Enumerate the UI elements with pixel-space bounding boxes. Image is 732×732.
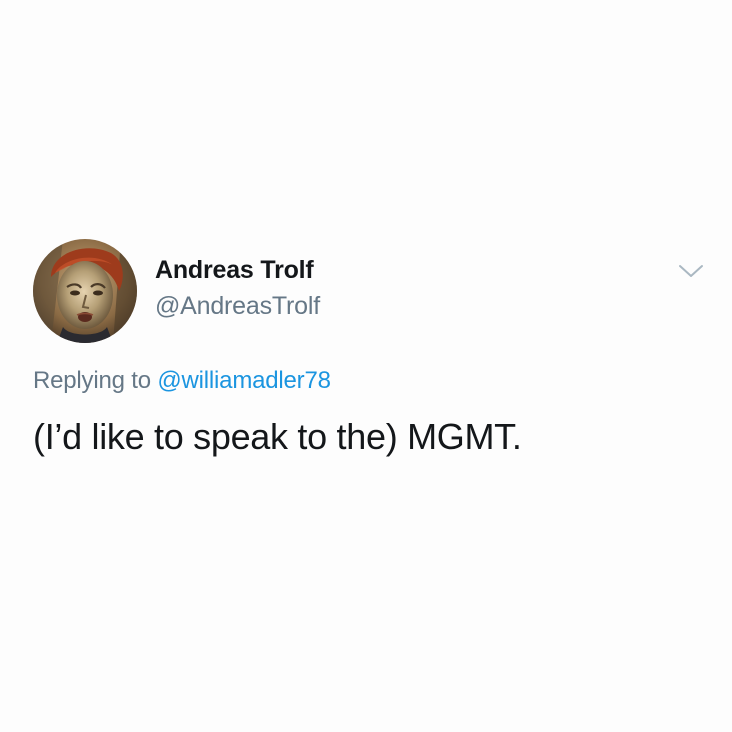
- avatar[interactable]: [33, 239, 137, 343]
- chevron-down-icon[interactable]: [678, 263, 704, 279]
- tweet-header: Andreas Trolf @AndreasTrolf: [33, 239, 713, 347]
- reply-mention-link[interactable]: @williamadler78: [157, 367, 331, 394]
- display-name[interactable]: Andreas Trolf: [155, 254, 320, 286]
- tweet-text: (I’d like to speak to the) MGMT.: [33, 416, 522, 457]
- user-handle[interactable]: @AndreasTrolf: [155, 290, 320, 322]
- user-names: Andreas Trolf @AndreasTrolf: [155, 254, 320, 322]
- reply-context: Replying to @williamadler78: [33, 365, 331, 397]
- tweet-card: Andreas Trolf @AndreasTrolf Replying to …: [33, 239, 713, 457]
- avatar-portrait-image: [33, 239, 137, 343]
- reply-prefix: Replying to: [33, 367, 151, 394]
